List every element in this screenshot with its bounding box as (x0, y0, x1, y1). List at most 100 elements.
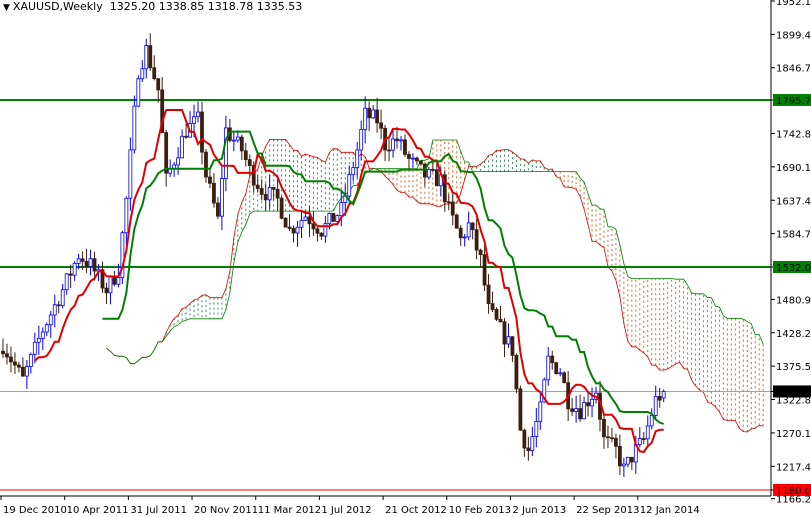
candle (625, 456, 630, 468)
candle-body (184, 135, 188, 138)
candle-body (446, 201, 451, 204)
candle-body (36, 337, 41, 343)
candle-body (164, 132, 169, 174)
candle (88, 249, 93, 276)
candle (287, 213, 292, 232)
candle-body (267, 187, 272, 201)
candle-body (645, 425, 650, 440)
candle (5, 343, 9, 365)
candle (578, 394, 582, 422)
candle-body (426, 169, 431, 178)
price-tick-label: 1217.40 (776, 462, 811, 473)
candle-body (578, 408, 582, 420)
candle (295, 220, 300, 247)
candle (323, 215, 328, 243)
candle-body (522, 429, 527, 449)
candle-body (176, 157, 181, 166)
price-tick-label: 1166.25 (776, 495, 811, 506)
candle-body (76, 258, 81, 264)
candle-body (474, 229, 479, 251)
candle-body (243, 150, 248, 161)
candle-body (530, 436, 535, 452)
candle-body (391, 138, 395, 151)
price-tick-label: 1846.70 (776, 64, 811, 75)
candle (614, 433, 618, 459)
candle (128, 137, 133, 211)
candle (466, 211, 471, 241)
candle-body (359, 129, 364, 151)
candle-body (287, 226, 292, 229)
candle (17, 361, 21, 373)
candle (136, 75, 141, 108)
candle-body (371, 109, 376, 119)
candle (200, 101, 204, 165)
candle-body (5, 353, 9, 358)
candle (44, 322, 49, 337)
candle-body (590, 399, 594, 407)
candle-body (92, 258, 97, 272)
candle (271, 187, 276, 200)
candle-body (562, 372, 567, 384)
candle-body (80, 258, 85, 262)
candle-body (200, 111, 204, 153)
candle-body (554, 362, 559, 374)
candle-body (283, 217, 288, 228)
candle-body (657, 396, 662, 401)
candle-body (219, 178, 224, 217)
candle-body (247, 159, 252, 166)
candle (534, 408, 539, 448)
candle (68, 264, 73, 289)
price-chart[interactable]: 1952.10 1899.40 1846.70 1795.75 1742.85 1690.… (0, 0, 811, 517)
candle (299, 210, 304, 239)
candle (442, 170, 447, 212)
candle (164, 129, 169, 187)
candle (594, 386, 598, 404)
candle-body (454, 214, 459, 229)
candle-body (510, 336, 515, 356)
candle-body (494, 309, 499, 320)
candle (267, 174, 272, 210)
candle-body (88, 258, 93, 267)
candle-body (231, 139, 236, 142)
candle (629, 456, 634, 471)
candle-body (303, 216, 308, 221)
candle-body (140, 68, 145, 80)
candle-body (486, 284, 491, 305)
candle-body (621, 463, 626, 467)
candle (645, 415, 650, 447)
candle-body (637, 438, 642, 445)
candle (395, 126, 399, 149)
candle (621, 457, 626, 477)
candle-body (327, 213, 332, 225)
candle-body (84, 260, 89, 267)
time-tick-label: 2 Jun 2013 (512, 505, 566, 516)
candle-body (586, 402, 590, 407)
candle (13, 352, 17, 374)
price-tick-label: 1742.85 (776, 130, 811, 141)
candle (84, 248, 89, 273)
candle-body (570, 408, 575, 412)
price-tick-label: 1480.90 (776, 295, 811, 306)
candle-body (363, 107, 368, 130)
candle-body (526, 447, 531, 452)
candle (60, 283, 65, 309)
candle-body (558, 372, 563, 375)
candle-body (498, 318, 503, 323)
candle-body (24, 366, 29, 377)
candle (279, 196, 284, 220)
candle (582, 396, 586, 420)
candle (331, 213, 336, 222)
candle-body (72, 263, 77, 276)
time-tick-label: 22 Sep 2013 (576, 505, 639, 516)
candle-body (144, 45, 149, 70)
candle (144, 38, 149, 79)
candle (498, 305, 503, 323)
candle-body (28, 353, 33, 367)
senkou-span-a (106, 139, 764, 433)
candle-body (399, 139, 403, 142)
candle (239, 134, 244, 161)
candle (526, 436, 531, 461)
candle (64, 273, 69, 295)
candle (363, 96, 368, 144)
candle-body (32, 341, 37, 355)
